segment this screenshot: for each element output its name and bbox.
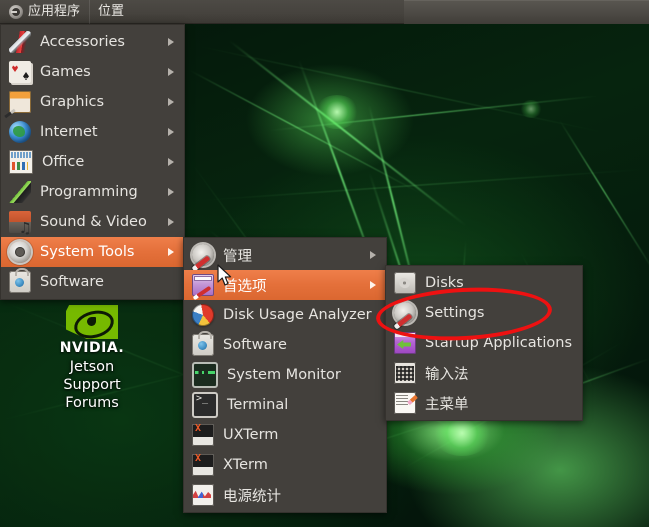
- menu-item-label: Accessories: [40, 34, 125, 50]
- menu-item-label: Terminal: [227, 397, 289, 413]
- submenu-item-settings[interactable]: Settings: [386, 298, 582, 328]
- submenu-item-disk-usage-analyzer[interactable]: Disk Usage Analyzer: [184, 300, 386, 330]
- chevron-right-icon: [168, 188, 174, 196]
- preferences-icon: [192, 274, 214, 296]
- swiss-knife-icon: [9, 31, 31, 53]
- chevron-right-icon: [168, 158, 174, 166]
- submenu-item-xterm[interactable]: XTerm: [184, 450, 386, 480]
- menu-item-label: Startup Applications: [425, 335, 572, 351]
- desktop-screen: 应用程序 位置 Accessories Games Graphics Inter…: [0, 0, 649, 527]
- desktop-icon-label-line1: Jetson: [69, 359, 115, 375]
- submenu-item-software[interactable]: Software: [184, 330, 386, 360]
- menu-item-games[interactable]: Games: [1, 57, 184, 87]
- menu-item-label: Internet: [40, 124, 98, 140]
- menu-item-label: 输入法: [425, 366, 469, 383]
- menu-item-label: System Tools: [40, 244, 135, 260]
- software-bag-icon: [192, 331, 214, 356]
- submenu-item-preferences[interactable]: 首选项: [184, 270, 386, 300]
- menu-item-label: Sound & Video: [40, 214, 147, 230]
- chevron-right-icon: [168, 248, 174, 256]
- menu-item-software[interactable]: Software: [1, 267, 184, 297]
- gear-wrench-icon: [192, 244, 214, 266]
- disk-icon: [394, 272, 416, 294]
- submenu-item-administration[interactable]: 管理: [184, 240, 386, 270]
- panel-applications-label: 应用程序: [28, 4, 81, 19]
- spreadsheet-icon: [9, 150, 33, 174]
- preferences-submenu[interactable]: Disks Settings Startup Applications 输入法 …: [385, 265, 583, 421]
- xterm-icon: [192, 453, 214, 476]
- main-menu-icon: [394, 392, 416, 414]
- submenu-item-uxterm[interactable]: UXTerm: [184, 420, 386, 450]
- menu-item-label: UXTerm: [223, 427, 279, 443]
- menu-item-label: 管理: [223, 248, 252, 265]
- playing-cards-icon: [9, 61, 31, 83]
- chevron-right-icon: [168, 98, 174, 106]
- system-monitor-icon: [192, 362, 218, 388]
- menu-item-label: 首选项: [223, 278, 267, 295]
- submenu-item-main-menu[interactable]: 主菜单: [386, 388, 582, 418]
- menu-item-label: Disk Usage Analyzer: [223, 307, 372, 323]
- menu-item-internet[interactable]: Internet: [1, 117, 184, 147]
- panel-right-tray[interactable]: [404, 0, 649, 24]
- chevron-right-icon: [168, 218, 174, 226]
- chevron-right-icon: [168, 128, 174, 136]
- menu-item-graphics[interactable]: Graphics: [1, 87, 184, 117]
- submenu-item-power-statistics[interactable]: 电源统计: [184, 480, 386, 510]
- xterm-icon: [192, 423, 214, 446]
- menu-item-accessories[interactable]: Accessories: [1, 27, 184, 57]
- top-panel[interactable]: 应用程序 位置: [0, 0, 649, 24]
- submenu-item-system-monitor[interactable]: System Monitor: [184, 360, 386, 390]
- menu-item-programming[interactable]: Programming: [1, 177, 184, 207]
- gear-icon: [9, 241, 31, 263]
- startup-apps-icon: [394, 332, 416, 354]
- sound-video-icon: [9, 211, 32, 237]
- chevron-right-icon: [370, 251, 376, 259]
- submenu-item-startup-applications[interactable]: Startup Applications: [386, 328, 582, 358]
- chevron-right-icon: [168, 68, 174, 76]
- submenu-item-terminal[interactable]: Terminal: [184, 390, 386, 420]
- menu-item-label: 电源统计: [223, 488, 281, 505]
- chevron-right-icon: [370, 281, 376, 289]
- menu-item-label: XTerm: [223, 457, 268, 473]
- menu-item-label: Graphics: [40, 94, 105, 110]
- menu-item-label: Disks: [425, 275, 464, 291]
- globe-icon: [9, 121, 31, 143]
- menu-item-label: Programming: [40, 184, 138, 200]
- desktop-icon-label-line3: Forums: [65, 395, 119, 411]
- pie-chart-icon: [192, 304, 214, 326]
- system-tools-submenu[interactable]: 管理 首选项 Disk Usage Analyzer Software Syst…: [183, 237, 387, 513]
- panel-applications[interactable]: 应用程序: [0, 0, 89, 24]
- menu-item-label: Settings: [425, 305, 485, 321]
- menu-item-label: Games: [40, 64, 91, 80]
- ubuntu-circle-icon: [9, 5, 23, 19]
- nvidia-logo-icon: [66, 305, 118, 341]
- keyboard-icon: [394, 362, 416, 384]
- submenu-item-input-method[interactable]: 输入法: [386, 358, 582, 388]
- menu-item-office[interactable]: Office: [1, 147, 184, 177]
- menu-item-label: Software: [40, 274, 104, 290]
- power-statistics-icon: [192, 484, 214, 506]
- menu-item-label: Office: [42, 154, 85, 170]
- panel-places-label: 位置: [98, 4, 125, 19]
- submenu-item-disks[interactable]: Disks: [386, 268, 582, 298]
- applications-menu[interactable]: Accessories Games Graphics Internet Offi…: [0, 24, 185, 300]
- chevron-right-icon: [168, 38, 174, 46]
- desktop-icon-label-line2: Support: [63, 377, 121, 393]
- nvidia-wordmark: NVIDIA.: [59, 340, 125, 356]
- trowel-icon: [9, 181, 31, 203]
- menu-item-system-tools[interactable]: System Tools: [1, 237, 184, 267]
- graphics-icon: [9, 91, 31, 113]
- panel-places[interactable]: 位置: [89, 0, 133, 24]
- menu-item-label: System Monitor: [227, 367, 341, 383]
- software-bag-icon: [9, 268, 31, 293]
- menu-item-label: Software: [223, 337, 287, 353]
- desktop-icon-jetson-support-forums[interactable]: NVIDIA. Jetson Support Forums: [28, 305, 156, 412]
- menu-item-sound-video[interactable]: Sound & Video: [1, 207, 184, 237]
- gear-wrench-icon: [394, 302, 416, 324]
- terminal-icon: [192, 392, 218, 418]
- menu-item-label: 主菜单: [425, 396, 469, 413]
